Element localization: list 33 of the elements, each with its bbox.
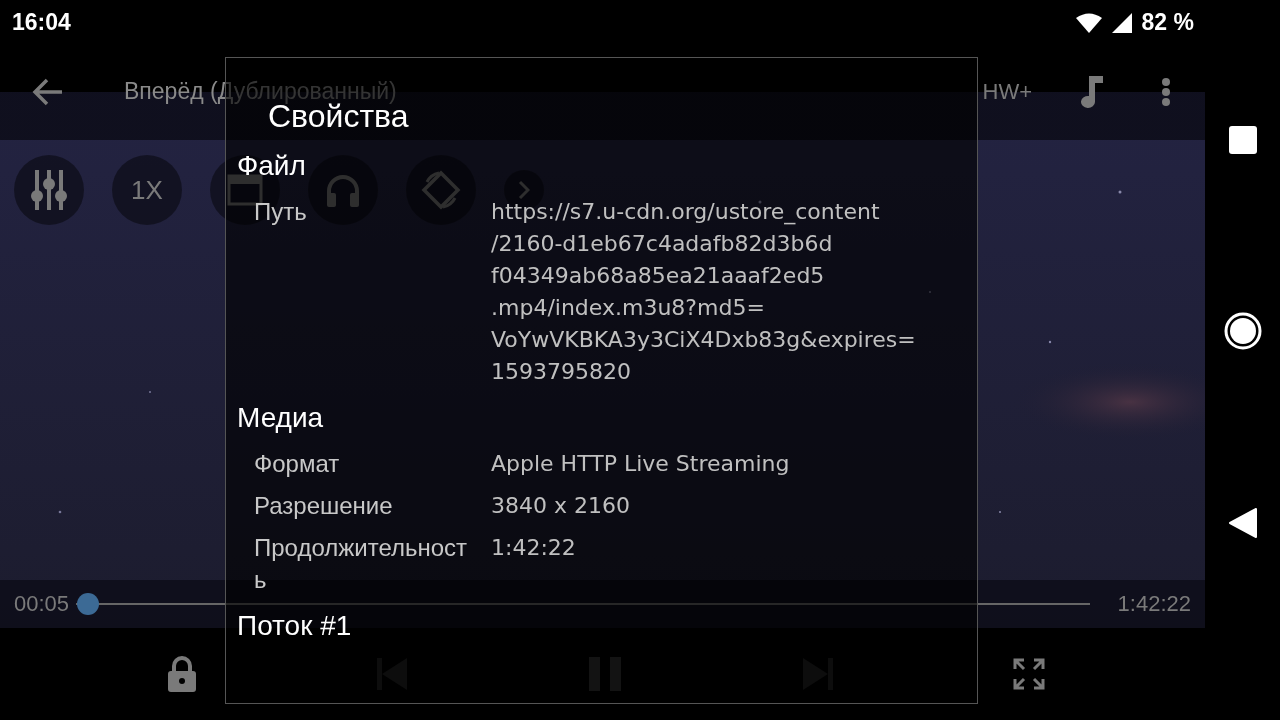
home-button[interactable] [1222, 311, 1263, 351]
property-label: Разрешение [254, 491, 394, 521]
property-value: https://s7.u-cdn.org/ustore_content /2160-d1eb67c4adafb82d3b6d f04349ab68a85ea21aaaf2ed5 .mp4/index.m3u8?md5= VoYwVKBKA3y3CiX4Dxb83g&expires= 1593795820 [491, 198, 916, 386]
back-arrow-icon[interactable] [32, 77, 64, 106]
more-menu-icon[interactable] [1162, 77, 1170, 106]
section-heading: Поток #1 [237, 609, 352, 643]
dialog-title: Свойства [268, 98, 409, 136]
status-time: 16:04 [12, 9, 71, 36]
headphones-icon [325, 173, 361, 207]
chevron-right-icon [518, 180, 530, 200]
seek-thumb[interactable] [77, 593, 100, 615]
elapsed-time: 00:05 [14, 591, 70, 617]
property-value: 1:42:22 [491, 534, 576, 562]
property-value: 3840 x 2160 [491, 492, 630, 520]
property-label: Путь [254, 197, 308, 227]
section-heading: Медиа [237, 401, 324, 435]
battery-level: 82 % [1141, 9, 1194, 36]
decoder-button[interactable]: HW+ [982, 78, 1032, 105]
speed-button[interactable]: 1X [112, 155, 182, 225]
recents-button[interactable] [1227, 125, 1258, 155]
total-duration: 1:42:22 [1117, 591, 1191, 617]
fullscreen-icon[interactable] [1013, 658, 1045, 690]
equalizer-icon [31, 170, 67, 210]
signal-icon [1111, 12, 1132, 33]
property-label: Формат [254, 449, 341, 479]
property-value: Apple HTTP Live Streaming [491, 450, 790, 478]
music-note-icon[interactable] [1078, 75, 1104, 108]
lock-icon[interactable] [167, 656, 197, 692]
back-button[interactable] [1227, 507, 1258, 539]
wifi-icon [1075, 12, 1102, 33]
rotate-icon [421, 170, 461, 210]
section-heading: Файл [237, 149, 306, 183]
property-label: Продолжительность [254, 533, 469, 595]
